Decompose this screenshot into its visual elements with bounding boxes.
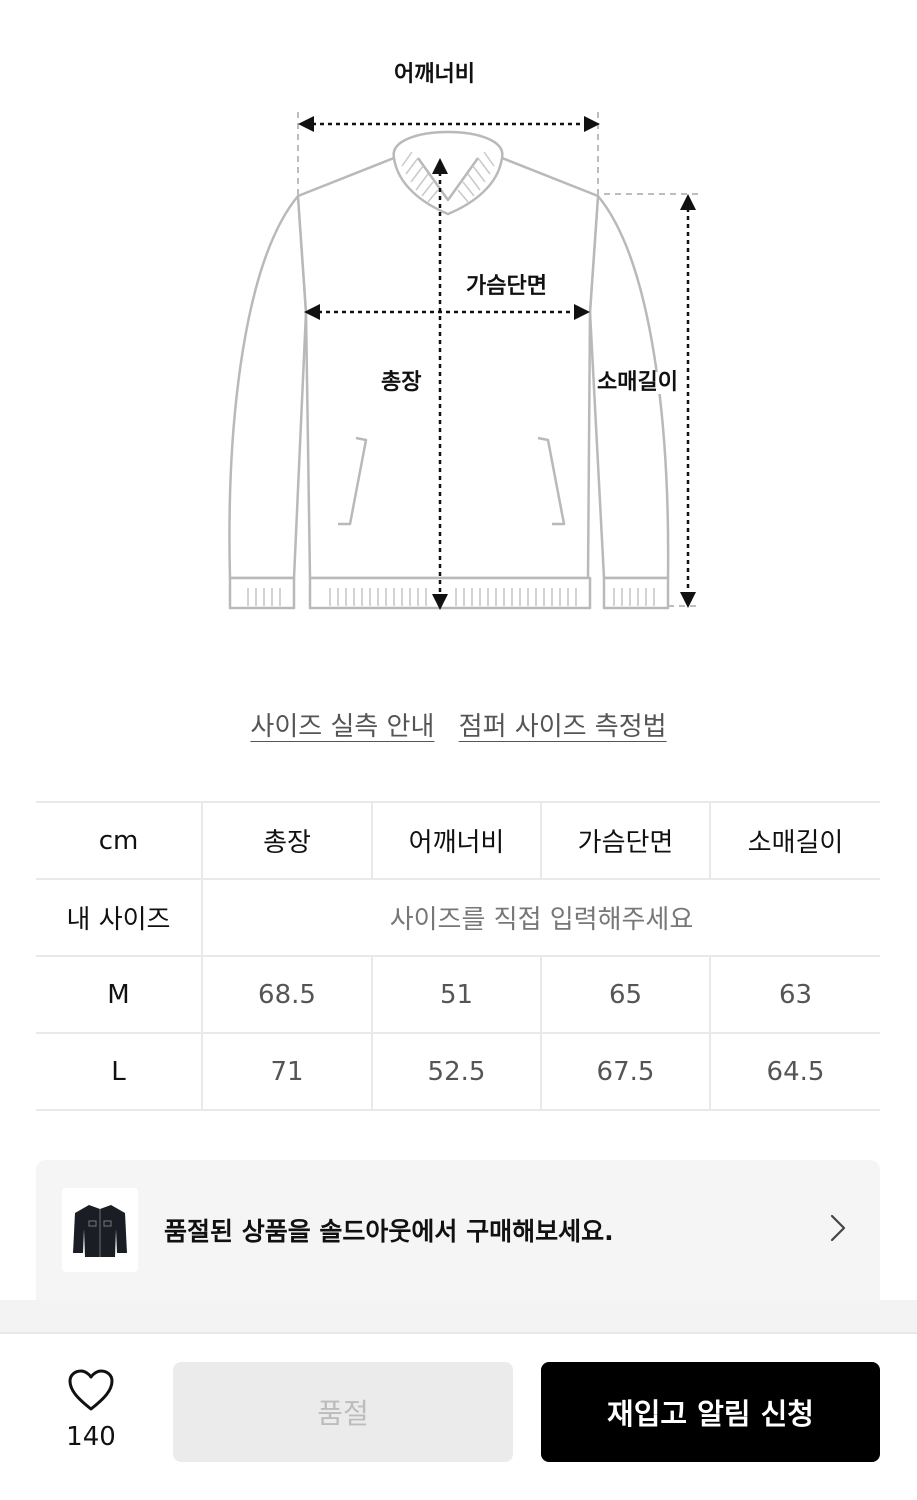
size-table: cm 총장 어깨너비 가슴단면 소매길이 내 사이즈 사이즈를 직접 입력해주세… xyxy=(36,801,880,1111)
header-shoulder: 어깨너비 xyxy=(372,801,542,880)
heart-icon xyxy=(67,1369,115,1416)
table-cell: 64.5 xyxy=(710,1033,880,1111)
soldout-promo-banner[interactable]: 품절된 상품을 솔드아웃에서 구매해보세요. xyxy=(36,1160,880,1300)
jacket-thumbnail xyxy=(62,1188,138,1272)
total-length-label: 총장 xyxy=(381,370,422,395)
header-chest: 가슴단면 xyxy=(541,801,711,880)
my-size-label: 내 사이즈 xyxy=(36,879,203,957)
header-length: 총장 xyxy=(202,801,373,880)
size-links: 사이즈 실측 안내 점퍼 사이즈 측정법 xyxy=(0,706,917,743)
shoulder-width-label: 어깨너비 xyxy=(394,62,475,87)
bottom-action-bar: 140 품절 재입고 알림 신청 xyxy=(0,1332,917,1500)
measure-method-link[interactable]: 점퍼 사이즈 측정법 xyxy=(459,712,667,742)
jacket-diagram-graphic xyxy=(228,112,700,610)
table-row: M 68.5 51 65 63 xyxy=(36,956,880,1034)
size-guide-link[interactable]: 사이즈 실측 안내 xyxy=(250,712,434,742)
soldout-button[interactable]: 품절 xyxy=(173,1362,513,1462)
restock-alert-button[interactable]: 재입고 알림 신청 xyxy=(541,1362,880,1462)
like-button[interactable]: 140 xyxy=(52,1368,130,1452)
like-count: 140 xyxy=(66,1422,116,1452)
size-diagram: 어깨너비 가슴단면 총장 소매길이 xyxy=(0,0,917,660)
sleeve-length-label: 소매길이 xyxy=(597,370,678,395)
table-row: L 71 52.5 67.5 64.5 xyxy=(36,1033,880,1111)
chevron-right-icon xyxy=(830,1214,846,1246)
header-sleeve: 소매길이 xyxy=(710,801,880,880)
table-cell: 67.5 xyxy=(541,1033,711,1111)
my-size-input[interactable]: 사이즈를 직접 입력해주세요 xyxy=(202,879,880,957)
chest-width-label: 가슴단면 xyxy=(466,274,547,299)
section-divider xyxy=(0,1300,917,1332)
table-cell: 63 xyxy=(710,956,880,1034)
unit-header: cm xyxy=(36,801,203,880)
table-cell: 52.5 xyxy=(372,1033,542,1111)
promo-text: 품절된 상품을 솔드아웃에서 구매해보세요. xyxy=(164,1217,614,1246)
table-cell: 65 xyxy=(541,956,711,1034)
table-cell: 51 xyxy=(372,956,542,1034)
size-label: L xyxy=(36,1033,203,1111)
table-cell: 68.5 xyxy=(202,956,373,1034)
table-header-row: cm 총장 어깨너비 가슴단면 소매길이 xyxy=(36,801,880,880)
size-label: M xyxy=(36,956,203,1034)
table-cell: 71 xyxy=(202,1033,373,1111)
my-size-row: 내 사이즈 사이즈를 직접 입력해주세요 xyxy=(36,879,880,957)
